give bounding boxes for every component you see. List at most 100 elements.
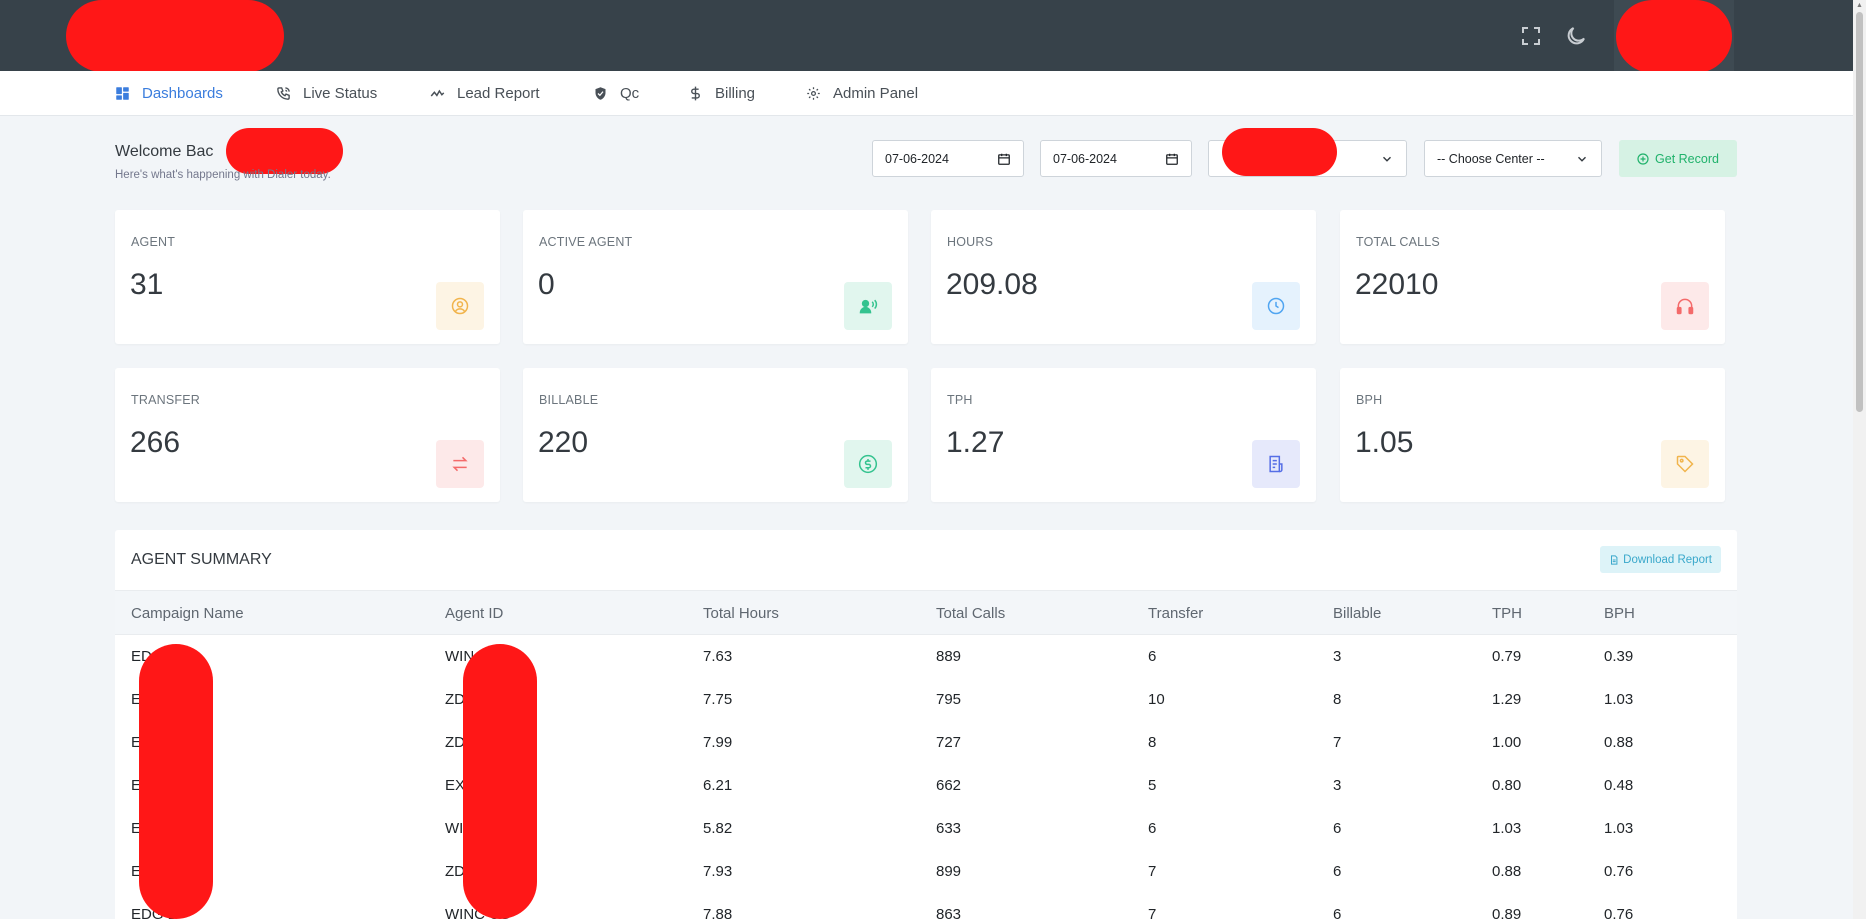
nav-live-status-label: Live Status <box>303 85 378 102</box>
stat-value: 1.05 <box>1355 426 1414 459</box>
column-header[interactable]: TPH <box>1492 605 1522 622</box>
stat-card-active-agent: ACTIVE AGENT 0 <box>523 210 908 344</box>
table-row[interactable]: EZD S7.99727871.000.88 <box>115 722 1737 765</box>
stat-label: TOTAL CALLS <box>1356 235 1440 249</box>
column-header[interactable]: Campaign Name <box>131 605 244 622</box>
nav-lead-report[interactable]: Lead Report <box>430 71 540 116</box>
table-row[interactable]: E WI S 5.82 633 6 6 1.03 1.03 <box>115 808 1737 851</box>
date-from-input[interactable]: 07-06-2024 <box>872 140 1024 177</box>
clock-icon <box>1252 282 1300 330</box>
table-cell: 3 <box>1333 777 1342 794</box>
stat-label: BILLABLE <box>539 393 599 407</box>
stat-value: 209.08 <box>946 268 1038 301</box>
date-to-value: 07-06-2024 <box>1053 151 1117 166</box>
stat-value: 1.27 <box>946 426 1005 459</box>
nav-billing-label: Billing <box>715 85 756 102</box>
shield-check-icon <box>595 87 606 100</box>
receipt-icon <box>1252 440 1300 488</box>
user-menu[interactable] <box>1614 0 1734 73</box>
nav-admin-panel[interactable]: Admin Panel <box>806 71 918 116</box>
stat-card-tph: TPH 1.27 <box>931 368 1316 502</box>
table-row[interactable]: EDG DWINC US7.88863760.890.76 <box>115 894 1737 919</box>
campaign-column-redacted <box>139 644 213 919</box>
stat-card-total-calls: TOTAL CALLS 22010 <box>1340 210 1725 344</box>
table-cell: 7 <box>1148 906 1157 919</box>
table-row[interactable]: EZD S7.93899760.880.76 <box>115 851 1737 894</box>
table-cell: 1.00 <box>1492 734 1522 751</box>
table-cell: 0.89 <box>1492 906 1522 919</box>
column-header[interactable]: Total Calls <box>936 605 1005 622</box>
table-cell: 7.88 <box>703 906 733 919</box>
stat-value: 31 <box>130 268 164 301</box>
agent-summary-title: AGENT SUMMARY <box>131 551 272 568</box>
logo-redacted <box>66 0 284 72</box>
column-header[interactable]: BPH <box>1604 605 1635 622</box>
fullscreen-icon[interactable] <box>1519 24 1543 48</box>
date-to-input[interactable]: 07-06-2024 <box>1040 140 1192 177</box>
page-scrollbar[interactable]: ▲ <box>1853 0 1866 919</box>
nav-dashboards[interactable]: Dashboards <box>115 71 223 116</box>
table-cell: 0.80 <box>1492 777 1522 794</box>
plus-circle-icon <box>1637 152 1649 165</box>
column-header[interactable]: Billable <box>1333 605 1381 622</box>
table-cell: 6 <box>1333 863 1342 880</box>
column-header[interactable]: Transfer <box>1148 605 1203 622</box>
dollar-circle-icon <box>844 440 892 488</box>
scroll-up-icon[interactable]: ▲ <box>1855 1 1864 10</box>
table-row[interactable]: EEX S6.21662530.800.48 <box>115 765 1737 808</box>
top-header <box>0 0 1853 73</box>
table-cell: 0.79 <box>1492 648 1522 665</box>
nav-lead-report-label: Lead Report <box>457 85 540 102</box>
stat-value: 0 <box>538 268 555 301</box>
stat-label: ACTIVE AGENT <box>539 235 633 249</box>
campaign-redacted <box>1222 128 1337 176</box>
stat-card-transfer: TRANSFER 266 <box>115 368 500 502</box>
table-cell: 7 <box>1148 863 1157 880</box>
nav-admin-panel-label: Admin Panel <box>833 85 919 102</box>
table-cell: 662 <box>936 777 962 794</box>
table-cell: 633 <box>936 820 962 837</box>
table-cell: 5 <box>1148 777 1157 794</box>
dark-mode-moon-icon[interactable] <box>1564 24 1588 48</box>
stat-label: TRANSFER <box>131 393 200 407</box>
nav-qc[interactable]: Qc <box>593 71 639 116</box>
nav-live-status[interactable]: Live Status <box>276 71 377 116</box>
table-cell: 795 <box>936 691 962 708</box>
table-cell: 6 <box>1148 648 1157 665</box>
nav-billing[interactable]: Billing <box>688 71 755 116</box>
center-select[interactable]: -- Choose Center -- <box>1424 140 1602 177</box>
tag-icon <box>1661 440 1709 488</box>
table-cell: 1.03 <box>1604 820 1634 837</box>
stat-value: 220 <box>538 426 589 459</box>
calendar-icon[interactable] <box>1165 152 1179 166</box>
column-header[interactable]: Agent ID <box>445 605 503 622</box>
table-cell: 7.75 <box>703 691 733 708</box>
get-record-label: Get Record <box>1655 151 1719 166</box>
chevron-down-icon <box>1383 156 1391 162</box>
table-row[interactable]: EZD S7.757951081.291.03 <box>115 679 1737 722</box>
scroll-thumb[interactable] <box>1856 12 1863 412</box>
agent-id-column-redacted <box>463 644 537 919</box>
column-header[interactable]: Total Hours <box>703 605 779 622</box>
table-cell: 0.88 <box>1604 734 1634 751</box>
nav-dashboards-label: Dashboards <box>142 85 223 102</box>
table-cell: 0.88 <box>1492 863 1522 880</box>
calendar-icon[interactable] <box>997 152 1011 166</box>
stat-label: BPH <box>1356 393 1383 407</box>
dashboard-icon <box>116 87 129 100</box>
table-cell: 6 <box>1333 820 1342 837</box>
table-cell: 863 <box>936 906 962 919</box>
table-cell: 0.48 <box>1604 777 1634 794</box>
stat-card-hours: HOURS 209.08 <box>931 210 1316 344</box>
center-select-value: -- Choose Center -- <box>1437 151 1545 166</box>
table-cell: 899 <box>936 863 962 880</box>
table-row[interactable]: EDWIN US7.63889630.790.39 <box>115 636 1737 679</box>
download-report-button[interactable]: Download Report <box>1600 546 1721 573</box>
get-record-button[interactable]: Get Record <box>1619 140 1737 177</box>
table-cell: 8 <box>1333 691 1342 708</box>
download-report-label: Download Report <box>1623 553 1712 566</box>
date-from-value: 07-06-2024 <box>885 151 949 166</box>
table-cell: 7.63 <box>703 648 733 665</box>
main-navbar: Dashboards Live Status Lead Report Qc Bi… <box>0 71 1853 116</box>
transfer-icon <box>436 440 484 488</box>
